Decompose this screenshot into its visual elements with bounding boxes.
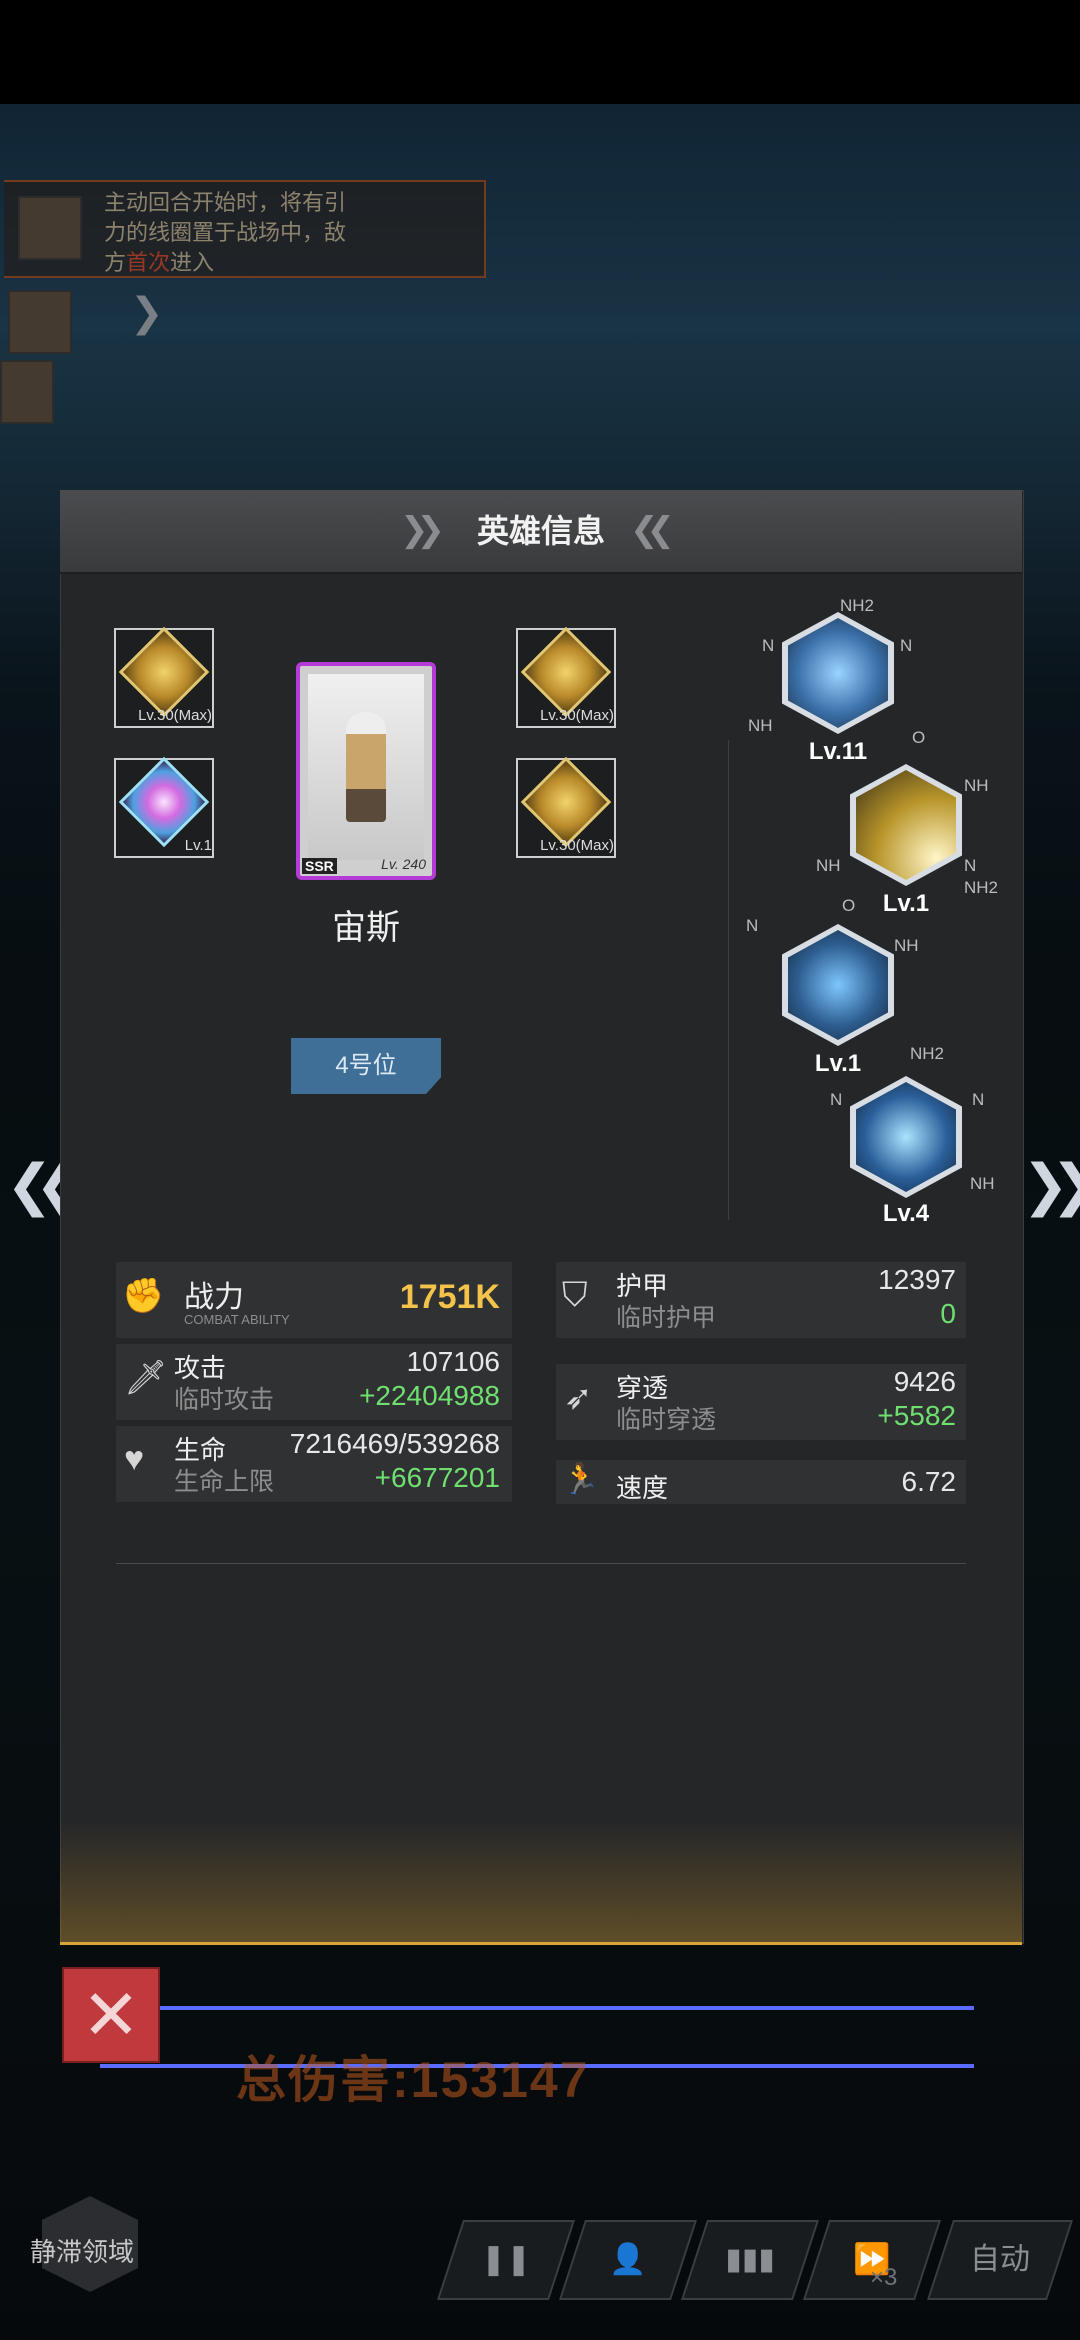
user-icon: 👤	[609, 2243, 647, 2276]
equipment-slot-4[interactable]: Lv.30(Max)	[516, 756, 616, 858]
previous-hero-arrow-icon[interactable]: ❮❮	[6, 1152, 82, 1218]
armor-value: 12397	[878, 1264, 956, 1295]
shield-icon: ⛉	[562, 1276, 588, 1314]
rune-level: Lv.11	[808, 738, 868, 765]
speed-row: 🏃 速度 6.72	[556, 1460, 966, 1504]
attack-row: 🗡 攻击 临时攻击 107106 +22404988	[116, 1344, 512, 1420]
hero-card[interactable]: SSR Lv. 240	[296, 662, 436, 880]
rune-bond-label: O	[912, 728, 926, 747]
hero-rarity: SSR	[302, 858, 337, 874]
equipment-gem-icon	[520, 626, 612, 718]
auto-button[interactable]: 自动	[927, 2220, 1073, 2300]
team-button[interactable]: 👤	[559, 2220, 697, 2300]
rune-bond-label: N	[972, 1090, 985, 1109]
total-damage: 总伤害:153147	[236, 2052, 590, 2108]
penetration-bonus: +5582	[877, 1400, 956, 1431]
rune-bond-label: NH2	[964, 878, 999, 897]
rune-bond-label: N	[746, 916, 759, 935]
close-button[interactable]: ✕	[62, 1967, 160, 2063]
rune-bond-label: NH	[970, 1174, 995, 1193]
rune-level: Lv.1	[814, 1050, 862, 1077]
status-bar	[0, 0, 1080, 104]
modal-title: 英雄信息	[476, 513, 605, 549]
rune-bond-label: O	[842, 896, 856, 915]
rune-bond-label: N	[762, 636, 775, 655]
fist-icon: ✊	[122, 1277, 165, 1315]
rune-bond-label: NH2	[910, 1044, 945, 1063]
rune-bond-label: N	[964, 856, 977, 875]
equipment-slot-2[interactable]: Lv.1	[114, 756, 214, 858]
rune-connector-line	[728, 740, 729, 1220]
penetration-value: 9426	[893, 1366, 956, 1397]
power-label: 战力	[184, 1281, 244, 1314]
equipment-level: Lv.30(Max)	[138, 707, 212, 724]
equipment-slot-1[interactable]: Lv.30(Max)	[114, 626, 214, 728]
rune-bond-label: N	[900, 636, 913, 655]
pause-icon: ❚❚	[480, 2243, 532, 2276]
hero-level: Lv. 240	[381, 856, 426, 872]
chevron-left-icon: ❮❮	[630, 511, 675, 549]
burst-rune-icon	[856, 770, 956, 880]
equipment-level: Lv.30(Max)	[540, 707, 614, 724]
lightning-rune-icon	[788, 618, 888, 728]
armor-sublabel: 临时护甲	[616, 1304, 717, 1332]
rune-bond-label: NH2	[840, 596, 875, 615]
hero-portrait-image	[308, 674, 424, 860]
attack-bonus: +22404988	[359, 1380, 500, 1411]
field-skill-label: 静滞领域	[30, 2237, 135, 2267]
life-bonus: +6677201	[374, 1462, 500, 1493]
speed-value: 6.72	[901, 1466, 957, 1497]
bar-chart-icon: ▮▮▮	[725, 2243, 775, 2276]
rune-bond-label: NH	[894, 936, 919, 955]
attack-sublabel: 临时攻击	[174, 1386, 275, 1414]
slot-tag: 4号位	[291, 1038, 441, 1094]
armor-bonus: 0	[940, 1298, 956, 1329]
stats-button[interactable]: ▮▮▮	[681, 2220, 819, 2300]
life-value: 7216469/539268	[289, 1428, 500, 1459]
equipment-gem-icon	[118, 756, 210, 848]
equipment-slot-3[interactable]: Lv.30(Max)	[516, 626, 616, 728]
speed-multiplier: ×3	[870, 2264, 898, 2291]
equipment-gem-icon	[118, 626, 210, 718]
auto-label: 自动	[970, 2243, 1030, 2276]
speed-label: 速度	[616, 1473, 669, 1503]
modal-header: ❯❯ 英雄信息 ❮❮	[60, 490, 1022, 574]
penetration-row: ➶ 穿透 临时穿透 9426 +5582	[556, 1364, 966, 1440]
power-sublabel: COMBAT ABILITY	[184, 1312, 290, 1327]
equipment-level: Lv.1	[184, 837, 212, 854]
heart-icon: ♥	[124, 1440, 145, 1478]
equipment-level: Lv.30(Max)	[540, 837, 614, 854]
hero-name: 宙斯	[332, 909, 400, 947]
arrow-pierce-icon: ➶	[564, 1379, 593, 1417]
rune-bond-label: NH	[964, 776, 989, 795]
fist-rune-icon	[788, 930, 888, 1040]
equipment-gem-icon	[520, 756, 612, 848]
modal-footer-glow	[60, 1820, 1022, 1945]
divider	[116, 1563, 966, 1564]
power-value: 1751K	[399, 1278, 500, 1316]
life-row: ♥ 生命 生命上限 7216469/539268 +6677201	[116, 1426, 512, 1502]
rune-level: Lv.1	[882, 890, 930, 917]
rune-bond-label: N	[830, 1090, 843, 1109]
combat-power-row: ✊ 战力 COMBAT ABILITY 1751K	[116, 1262, 512, 1338]
pause-button[interactable]: ❚❚	[437, 2220, 575, 2300]
attack-value: 107106	[406, 1346, 500, 1377]
rune-bond-label: NH	[748, 716, 773, 735]
life-sublabel: 生命上限	[174, 1468, 275, 1496]
next-hero-arrow-icon[interactable]: ❯❯	[1022, 1152, 1080, 1218]
energy-line	[160, 2006, 974, 2010]
penetration-sublabel: 临时穿透	[616, 1406, 717, 1434]
hero-figure-icon	[346, 712, 386, 822]
running-icon: 🏃	[562, 1463, 600, 1496]
armor-row: ⛉ 护甲 临时护甲 12397 0	[556, 1262, 966, 1338]
rune-bond-label: NH	[816, 856, 841, 875]
shard-rune-icon	[856, 1082, 956, 1192]
sword-icon: 🗡	[124, 1359, 168, 1397]
rune-level: Lv.4	[882, 1200, 930, 1227]
